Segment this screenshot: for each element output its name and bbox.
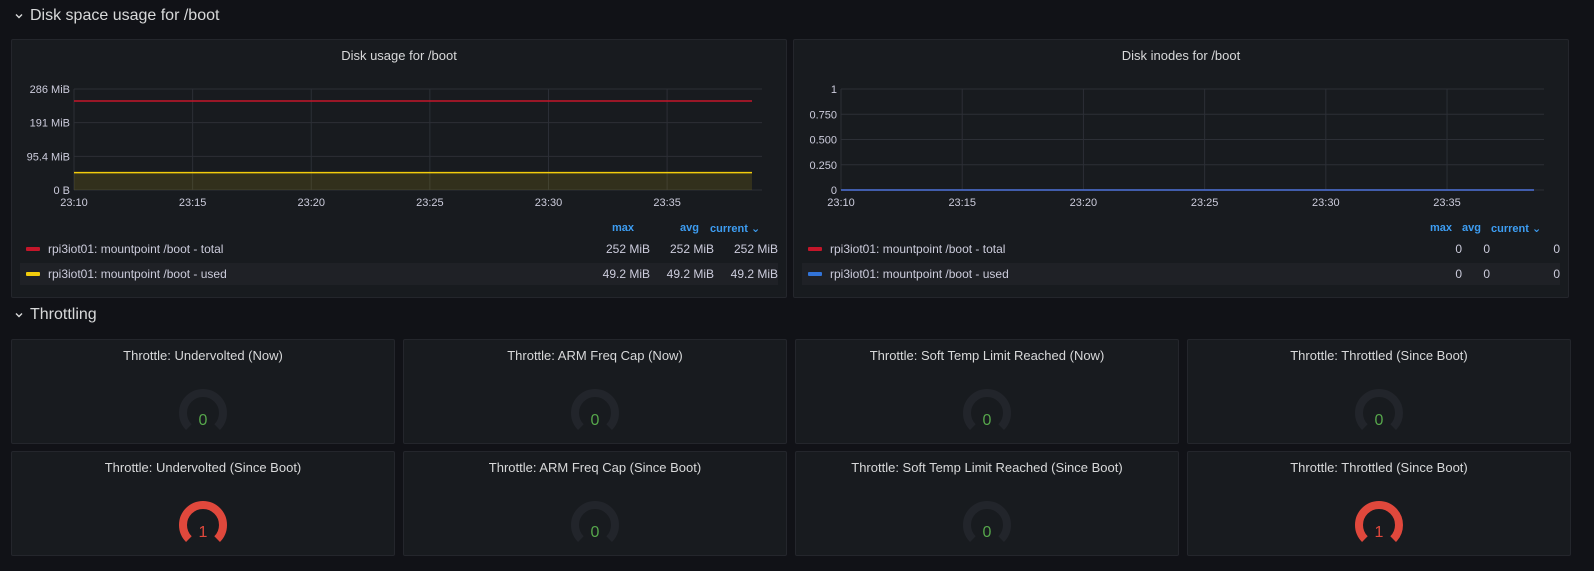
x-tick-label: 23:30: [1312, 197, 1340, 209]
series-name: rpi3iot01: mountpoint /boot - used: [48, 267, 227, 281]
gauge-value: 1: [199, 524, 208, 541]
row-header-throttling[interactable]: Throttling: [14, 304, 97, 326]
series-name: rpi3iot01: mountpoint /boot - total: [830, 242, 1006, 256]
y-tick-label: 0: [831, 185, 837, 197]
series-current: 49.2 MiB: [730, 267, 778, 281]
x-tick-label: 23:35: [653, 197, 681, 209]
legend-header-avg[interactable]: avg: [680, 222, 699, 234]
panel-title: Throttle: ARM Freq Cap (Since Boot): [488, 460, 702, 475]
series-avg: 49.2 MiB: [666, 267, 714, 281]
chevron-down-icon: ⌄: [750, 223, 761, 235]
x-tick-label: 23:25: [416, 197, 444, 209]
y-tick-label: 286 MiB: [30, 84, 70, 96]
gauge-dial: 0: [571, 389, 619, 430]
legend-row-used[interactable]: rpi3iot01: mountpoint /boot - used 49.2 …: [20, 263, 778, 285]
y-tick-label: 0.500: [809, 135, 837, 147]
legend-header-max[interactable]: max: [1430, 222, 1452, 234]
series-avg: 0: [1483, 267, 1490, 281]
gauge-value: 0: [591, 524, 600, 541]
chevron-down-icon: ⌄: [1531, 223, 1542, 235]
gauge-panel[interactable]: Throttle: Throttled (Since Boot) 0: [1187, 339, 1571, 444]
legend-header-current[interactable]: current ⌄: [710, 222, 760, 235]
legend-row-used[interactable]: rpi3iot01: mountpoint /boot - used 0 0 0: [802, 263, 1560, 285]
gauge-panel[interactable]: Throttle: ARM Freq Cap (Since Boot) 0: [403, 451, 787, 556]
series-avg: 0: [1483, 242, 1490, 256]
y-tick-label: 191 MiB: [30, 118, 70, 130]
x-tick-label: 23:30: [535, 197, 563, 209]
disk-usage-chart[interactable]: 0 B 95.4 MiB 191 MiB 286 MiB 23:10 23:15 23:20…: [12, 80, 788, 260]
y-tick-label: 0.750: [809, 109, 837, 121]
panel-title: Disk usage for /boot: [341, 48, 457, 63]
x-tick-label: 23:25: [1191, 197, 1219, 209]
legend-row-total[interactable]: rpi3iot01: mountpoint /boot - total 252 …: [20, 238, 778, 260]
series-color-swatch: [26, 272, 40, 276]
chevron-down-icon: [15, 14, 23, 19]
gauge-dial: 0: [963, 389, 1011, 430]
series-color-swatch: [808, 272, 822, 276]
y-tick-label: 0.250: [809, 160, 837, 172]
gauge-value: 0: [1375, 412, 1384, 429]
gauge-value: 1: [1375, 524, 1384, 541]
gauge-value: 0: [983, 524, 992, 541]
gauge-dial: 0: [571, 501, 619, 542]
panel-title: Throttle: Throttled (Since Boot): [1290, 460, 1468, 475]
gauge-dial: 0: [963, 501, 1011, 542]
disk-inodes-chart[interactable]: 0 0.250 0.500 0.750 1 23:10 23:15 23:20 23:25 23:…: [794, 80, 1570, 260]
series-max: 0: [1455, 267, 1462, 281]
panel-title: Throttle: Soft Temp Limit Reached (Since…: [851, 460, 1123, 475]
panel-title: Throttle: Throttled (Since Boot): [1290, 348, 1468, 363]
series-avg: 252 MiB: [669, 242, 714, 256]
panel-title: Disk inodes for /boot: [1121, 48, 1241, 63]
chevron-down-icon: [15, 313, 23, 318]
row-title: Disk space usage for /boot: [30, 7, 220, 24]
y-tick-label: 95.4 MiB: [27, 151, 70, 163]
series-color-swatch: [808, 247, 822, 251]
series-max: 252 MiB: [605, 242, 650, 256]
gauge-panel[interactable]: Throttle: Throttled (Since Boot) 1: [1187, 451, 1571, 556]
series-current: 0: [1553, 242, 1560, 256]
gauge-panel[interactable]: Throttle: Soft Temp Limit Reached (Now) 0: [795, 339, 1179, 444]
gauge-value: 0: [591, 412, 600, 429]
panel-disk-inodes[interactable]: Disk inodes for /boot 0 0.250 0.500 0.750 1 2…: [793, 39, 1569, 298]
y-tick-label: 0 B: [53, 185, 70, 197]
gauge-dial: 1: [1355, 501, 1403, 542]
x-tick-label: 23:20: [297, 197, 325, 209]
series-current: 252 MiB: [733, 242, 778, 256]
series-area: [74, 172, 752, 190]
series-max: 49.2 MiB: [602, 267, 650, 281]
series-name: rpi3iot01: mountpoint /boot - used: [830, 267, 1009, 281]
row-header-disk[interactable]: Disk space usage for /boot: [14, 5, 219, 27]
row-title: Throttling: [30, 306, 97, 323]
x-tick-label: 23:10: [827, 197, 855, 209]
legend-header-avg[interactable]: avg: [1462, 222, 1481, 234]
series-current: 0: [1553, 267, 1560, 281]
x-tick-label: 23:10: [60, 197, 88, 209]
series-name: rpi3iot01: mountpoint /boot - total: [48, 242, 224, 256]
gauge-dial: 1: [179, 501, 227, 542]
gauge-dial: 0: [179, 389, 227, 430]
gauge-panel[interactable]: Throttle: Soft Temp Limit Reached (Since…: [795, 451, 1179, 556]
x-tick-label: 23:35: [1433, 197, 1461, 209]
legend-row-total[interactable]: rpi3iot01: mountpoint /boot - total 0 0 …: [802, 238, 1560, 260]
panel-disk-usage[interactable]: Disk usage for /boot 0 B 95.4 MiB 191 MiB 2…: [11, 39, 787, 298]
legend-header-current[interactable]: current ⌄: [1491, 222, 1541, 235]
legend-header-max[interactable]: max: [612, 222, 634, 234]
panel-title: Throttle: Undervolted (Now): [123, 348, 283, 363]
x-tick-label: 23:15: [948, 197, 976, 209]
gauge-panel[interactable]: Throttle: ARM Freq Cap (Now) 0: [403, 339, 787, 444]
y-tick-label: 1: [831, 84, 837, 96]
x-tick-label: 23:15: [179, 197, 207, 209]
x-tick-label: 23:20: [1070, 197, 1098, 209]
gauge-panel[interactable]: Throttle: Undervolted (Since Boot) 1: [11, 451, 395, 556]
panel-title: Throttle: Soft Temp Limit Reached (Now): [869, 348, 1105, 363]
series-max: 0: [1455, 242, 1462, 256]
panel-title: Throttle: ARM Freq Cap (Now): [507, 348, 683, 363]
gauge-dial: 0: [1355, 389, 1403, 430]
series-color-swatch: [26, 247, 40, 251]
gauge-value: 0: [983, 412, 992, 429]
panel-title: Throttle: Undervolted (Since Boot): [104, 460, 302, 475]
gauge-value: 0: [199, 412, 208, 429]
gauge-panel[interactable]: Throttle: Undervolted (Now) 0: [11, 339, 395, 444]
